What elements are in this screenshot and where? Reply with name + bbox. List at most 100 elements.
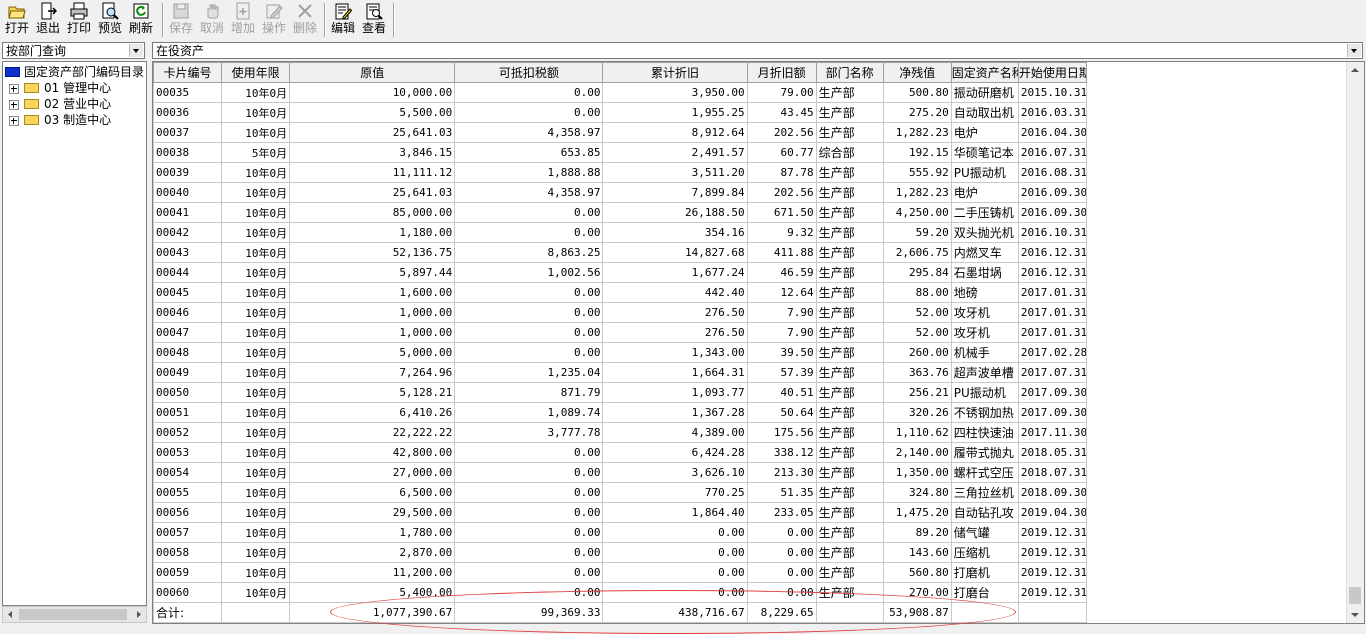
table-cell[interactable]: 143.60 [882,542,952,563]
column-header[interactable]: 开始使用日期 [1017,62,1088,83]
table-cell[interactable]: 生产部 [815,162,884,183]
table-row[interactable]: 00036 10年0月 5,500.00 0.00 1,955.25 43.45 生产部 27… [153,102,1088,123]
table-cell[interactable]: 2016.09.30 [1017,202,1088,223]
table-cell[interactable]: 10年0月 [221,562,291,583]
table-cell[interactable]: 1,002.56 [454,262,604,283]
table-cell[interactable]: 00040 [153,182,223,203]
table-cell[interactable]: 2017.09.30 [1017,402,1088,423]
table-cell[interactable]: 5,000.00 [289,342,456,363]
table-cell[interactable]: 生产部 [815,122,884,143]
table-cell[interactable]: 4,389.00 [602,422,748,443]
column-header[interactable]: 使用年限 [221,62,291,83]
table-cell[interactable]: 10年0月 [221,222,291,243]
table-row[interactable]: 00056 10年0月 29,500.00 0.00 1,864.40 233.05 生产部… [153,502,1088,523]
table-cell[interactable]: 0.00 [454,282,604,303]
table-cell[interactable]: 2016.10.31 [1017,222,1088,243]
column-header[interactable]: 累计折旧 [602,62,748,83]
table-cell[interactable]: 2019.04.30 [1017,502,1088,523]
edit-button[interactable]: 编辑 [330,1,356,39]
table-cell[interactable]: 2,870.00 [289,542,456,563]
table-row[interactable]: 00045 10年0月 1,600.00 0.00 442.40 12.64 生产部 88.0… [153,282,1088,303]
table-cell[interactable]: 生产部 [815,82,884,103]
table-cell[interactable]: 25,641.03 [289,122,456,143]
table-cell[interactable]: 1,367.28 [602,402,748,423]
table-cell[interactable]: 1,110.62 [882,422,952,443]
table-cell[interactable]: 175.56 [746,422,817,443]
table-cell[interactable]: 0.00 [454,462,604,483]
table-cell[interactable]: 00053 [153,442,223,463]
table-cell[interactable]: 00037 [153,122,223,143]
table-cell[interactable]: 生产部 [815,382,884,403]
column-header[interactable]: 固定资产名称 [950,62,1019,83]
table-cell[interactable]: 57.39 [746,362,817,383]
table-row[interactable]: 00060 10年0月 5,400.00 0.00 0.00 0.00 生产部 270.00 打… [153,582,1088,603]
table-cell[interactable]: 87.78 [746,162,817,183]
table-cell[interactable]: 1,282.23 [882,122,952,143]
table-cell[interactable]: 地磅 [950,282,1019,303]
table-cell[interactable]: 5,400.00 [289,582,456,603]
table-cell[interactable]: 10年0月 [221,342,291,363]
table-cell[interactable]: 42,800.00 [289,442,456,463]
table-cell[interactable]: 1,475.20 [882,502,952,523]
table-cell[interactable]: 7.90 [746,322,817,343]
table-cell[interactable]: 10年0月 [221,522,291,543]
table-cell[interactable]: 1,955.25 [602,102,748,123]
grid-vertical-scrollbar[interactable] [1346,62,1364,623]
save-button[interactable]: 保存 [168,1,194,39]
table-cell[interactable]: 0.00 [746,582,817,603]
table-cell[interactable]: 00048 [153,342,223,363]
table-cell[interactable]: 213.30 [746,462,817,483]
table-cell[interactable]: 10年0月 [221,262,291,283]
scrollbar-thumb[interactable] [19,609,127,620]
table-cell[interactable]: 46.59 [746,262,817,283]
table-cell[interactable]: 生产部 [815,342,884,363]
delete-button[interactable]: 删除 [292,1,318,39]
table-row[interactable]: 00049 10年0月 7,264.96 1,235.04 1,664.31 57.39 生… [153,362,1088,383]
table-cell[interactable]: 2018.09.30 [1017,482,1088,503]
scrollbar-thumb[interactable] [1349,587,1361,604]
table-cell[interactable]: 0.00 [454,582,604,603]
table-cell[interactable]: 10年0月 [221,462,291,483]
table-cell[interactable]: 324.80 [882,482,952,503]
table-cell[interactable]: 192.15 [882,142,952,163]
open-button[interactable]: 打开 [4,1,30,39]
table-cell[interactable]: 00035 [153,82,223,103]
expand-plus-icon[interactable] [9,116,19,126]
table-cell[interactable]: 10年0月 [221,442,291,463]
table-cell[interactable]: 三角拉丝机 [950,482,1019,503]
table-cell[interactable]: 10年0月 [221,122,291,143]
add-button[interactable]: 增加 [230,1,256,39]
table-cell[interactable]: PU振动机 [950,382,1019,403]
table-cell[interactable]: 00059 [153,562,223,583]
table-cell[interactable]: 22,222.22 [289,422,456,443]
table-cell[interactable]: 10年0月 [221,482,291,503]
table-cell[interactable]: 00041 [153,202,223,223]
table-cell[interactable]: 生产部 [815,182,884,203]
table-cell[interactable]: 生产部 [815,302,884,323]
table-cell[interactable]: 52,136.75 [289,242,456,263]
table-cell[interactable]: 6,424.28 [602,442,748,463]
table-cell[interactable]: 1,093.77 [602,382,748,403]
table-cell[interactable]: 2017.07.31 [1017,362,1088,383]
table-cell[interactable]: 438,716.67 [602,602,748,623]
table-row[interactable]: 00057 10年0月 1,780.00 0.00 0.00 0.00 生产部 89.20 储气… [153,522,1088,543]
table-row[interactable]: 00040 10年0月 25,641.03 4,358.97 7,899.84 202.5… [153,182,1088,203]
table-cell[interactable]: 00056 [153,502,223,523]
table-cell[interactable]: 00039 [153,162,223,183]
table-cell[interactable]: 2015.10.31 [1017,82,1088,103]
table-cell[interactable]: 00036 [153,102,223,123]
table-cell[interactable]: 华硕笔记本 [950,142,1019,163]
table-cell[interactable]: 生产部 [815,262,884,283]
table-cell[interactable]: 9.32 [746,222,817,243]
view-button[interactable]: 查看 [361,1,387,39]
table-row[interactable]: 00037 10年0月 25,641.03 4,358.97 8,912.64 202.5… [153,122,1088,143]
table-cell[interactable]: 生产部 [815,322,884,343]
table-cell[interactable]: 石墨坩埚 [950,262,1019,283]
table-cell[interactable]: 2016.09.30 [1017,182,1088,203]
table-cell[interactable]: 53,908.87 [882,602,952,623]
table-cell[interactable]: 52.00 [882,302,952,323]
table-cell[interactable]: 00045 [153,282,223,303]
table-cell[interactable]: 00046 [153,302,223,323]
table-cell[interactable]: 5,500.00 [289,102,456,123]
table-cell[interactable]: 2016.03.31 [1017,102,1088,123]
